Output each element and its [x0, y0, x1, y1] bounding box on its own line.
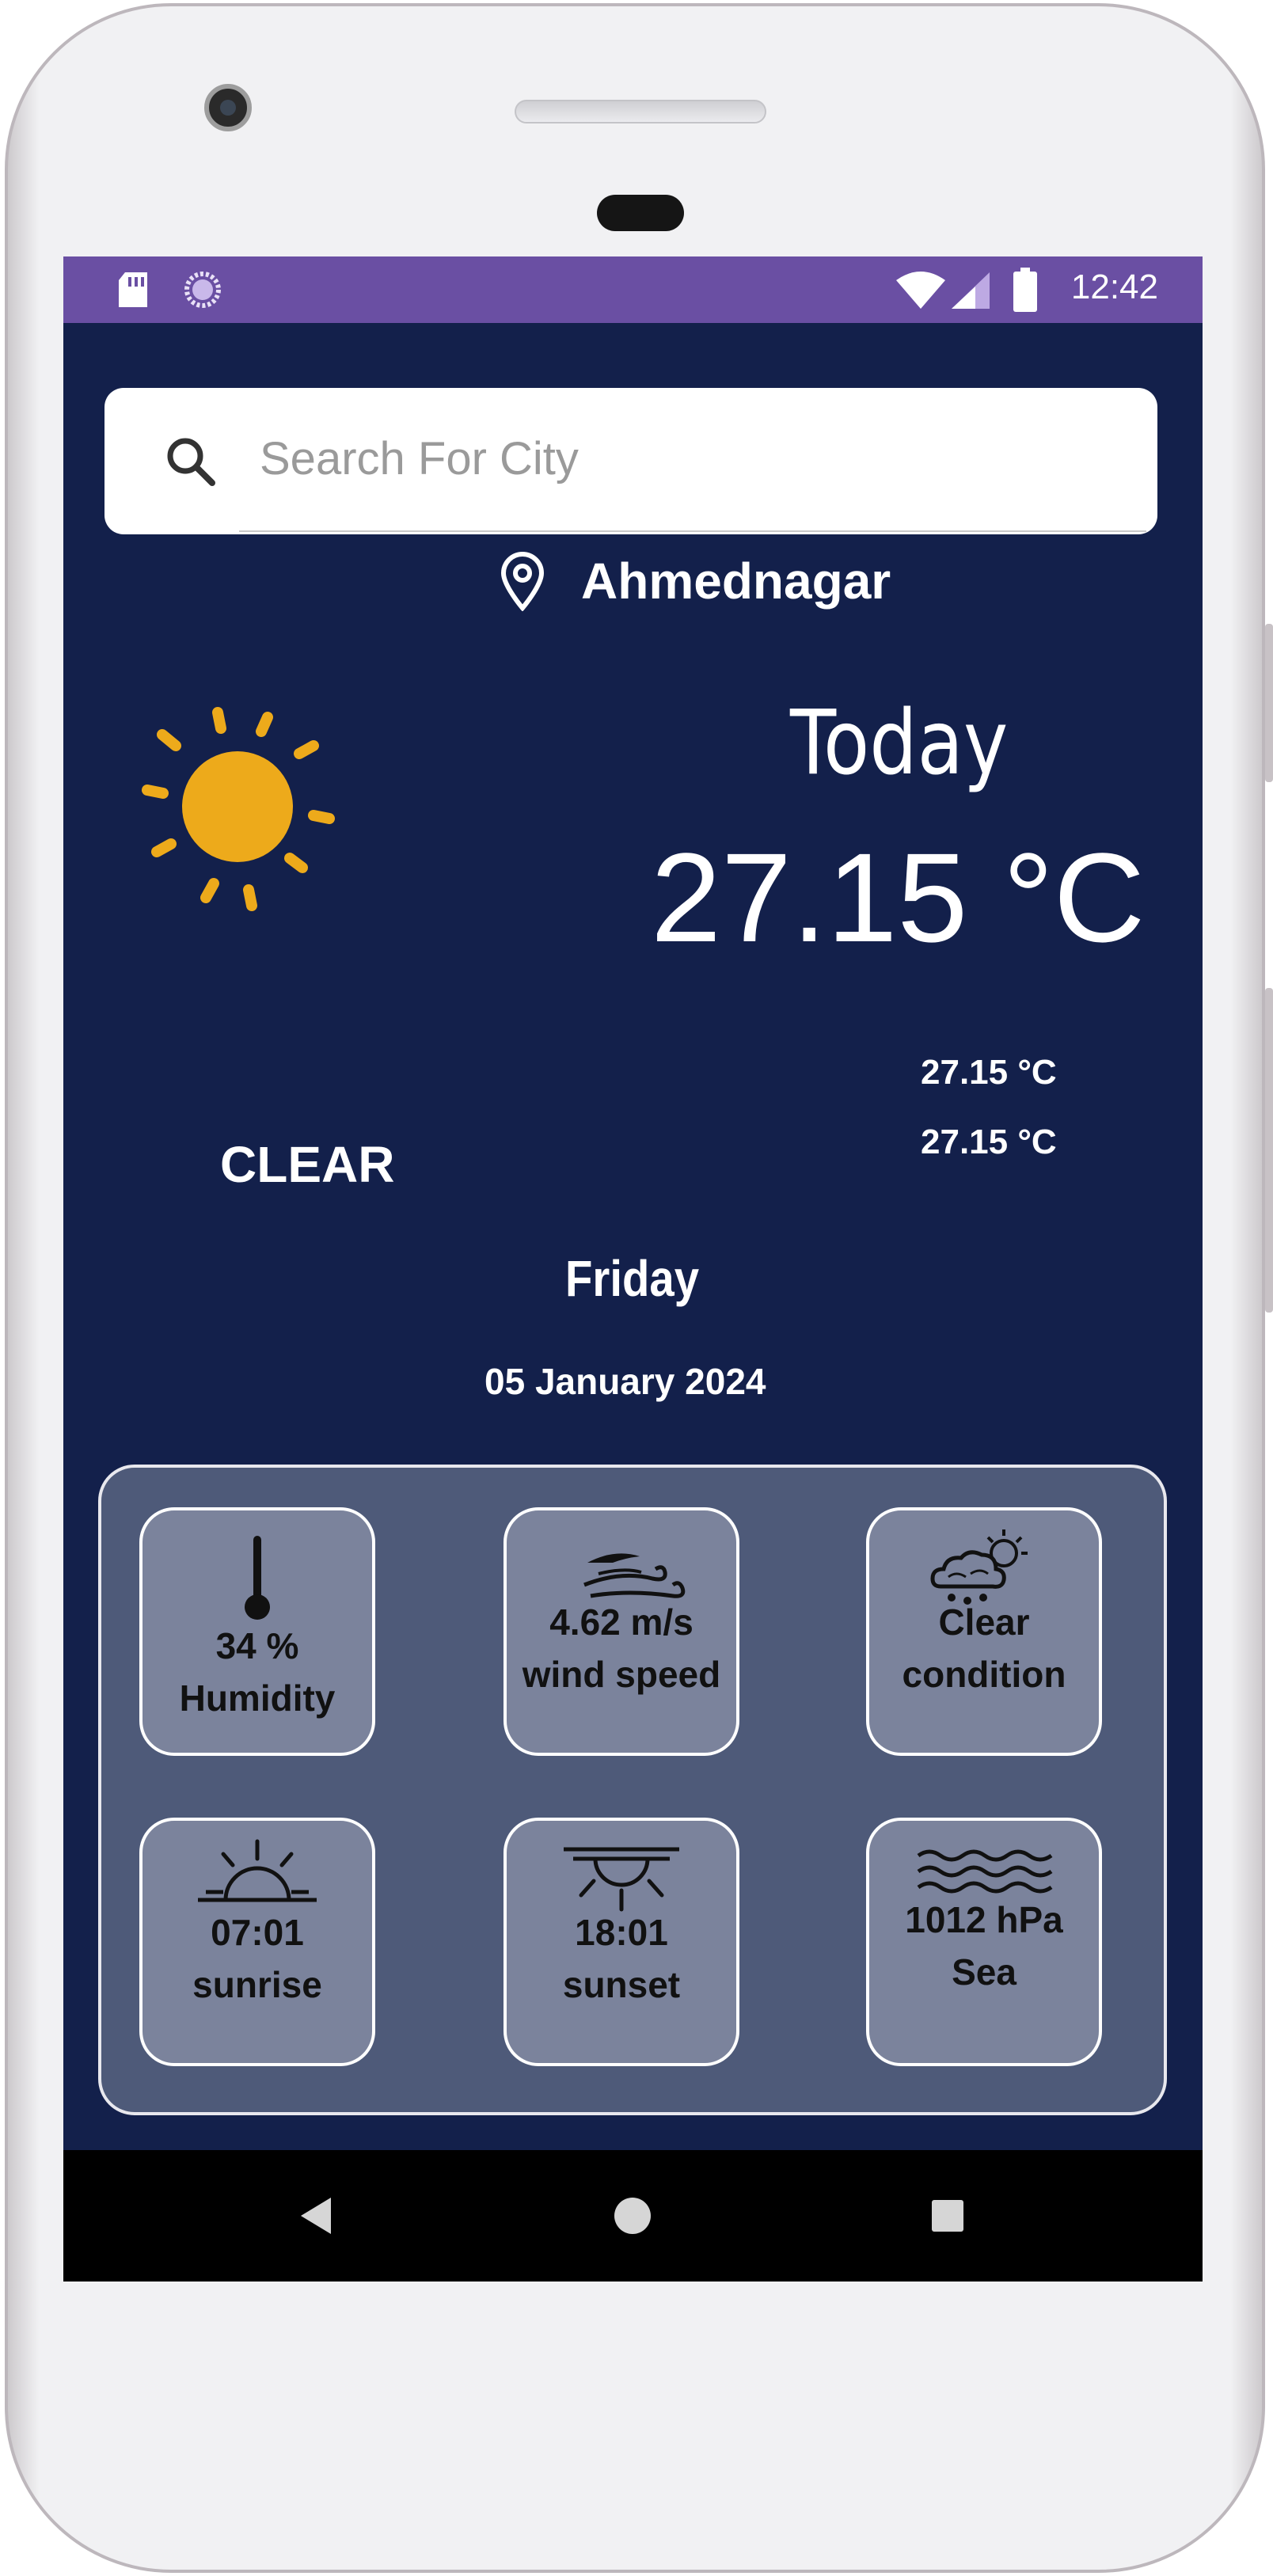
front-camera: [204, 84, 252, 131]
thermometer-icon: [245, 1536, 270, 1620]
humidity-tile: 34 % Humidity: [139, 1507, 375, 1756]
city-name: Ahmednagar: [581, 553, 891, 610]
navigation-bar: [63, 2150, 1203, 2282]
sunset-tile: 18:01 sunset: [504, 1818, 739, 2066]
current-temperature: 27.15 °C: [651, 826, 1146, 968]
location-row: Ahmednagar: [499, 549, 891, 613]
recents-icon[interactable]: [931, 2199, 964, 2232]
humidity-label: Humidity: [179, 1677, 336, 1719]
sync-icon: [184, 272, 221, 308]
search-icon[interactable]: [163, 434, 218, 489]
back-icon[interactable]: [298, 2194, 334, 2237]
sea-waves-icon: [917, 1849, 1053, 1894]
search-input[interactable]: Search For City: [260, 432, 579, 485]
day-label: Friday: [565, 1250, 700, 1307]
today-label: Today: [790, 692, 1009, 795]
battery-icon: [1013, 268, 1037, 312]
sunset-value: 18:01: [575, 1912, 668, 1953]
power-button: [1265, 624, 1273, 782]
wifi-icon: [896, 272, 945, 309]
volume-button: [1265, 988, 1273, 1313]
condition-tile: Clear condition: [866, 1507, 1102, 1756]
pressure-value: 1012 hPa: [905, 1899, 1063, 1940]
sun-icon: [142, 707, 335, 911]
weather-details-panel: 34 % Humidity 4.62 m/s wind speed Clear …: [98, 1465, 1167, 2115]
min-temperature: 27.15 °C: [921, 1123, 1057, 1161]
wind-speed-value: 4.62 m/s: [549, 1601, 694, 1643]
wind-speed-tile: 4.62 m/s wind speed: [504, 1507, 739, 1756]
proximity-sensor: [597, 195, 684, 231]
humidity-value: 34 %: [215, 1625, 299, 1666]
sunset-label: sunset: [562, 1964, 681, 2005]
earpiece-speaker: [515, 100, 766, 123]
sunrise-label: sunrise: [192, 1964, 322, 2005]
sunrise-value: 07:01: [211, 1912, 304, 1953]
max-temperature: 27.15 °C: [921, 1053, 1057, 1092]
sunrise-tile: 07:01 sunrise: [139, 1818, 375, 2066]
wind-speed-label: wind speed: [522, 1654, 721, 1695]
condition-value: Clear: [938, 1601, 1030, 1643]
condition-label: condition: [902, 1654, 1066, 1695]
date-label: 05 January 2024: [484, 1361, 766, 1402]
sd-card-icon: [119, 272, 147, 307]
home-icon[interactable]: [613, 2196, 652, 2236]
weather-condition-text: CLEAR: [220, 1136, 395, 1193]
status-time: 12:42: [1070, 268, 1158, 306]
pressure-label: Sea: [952, 1951, 1016, 1993]
pressure-tile: 1012 hPa Sea: [866, 1818, 1102, 2066]
search-box[interactable]: Search For City: [104, 388, 1157, 534]
location-pin-icon: [500, 552, 545, 611]
app-screen: 12:42 Search For City Ahmednagar CLEAR T…: [63, 256, 1203, 2282]
signal-icon: [952, 272, 990, 309]
search-underline: [239, 530, 1146, 532]
status-bar: 12:42: [63, 256, 1203, 323]
